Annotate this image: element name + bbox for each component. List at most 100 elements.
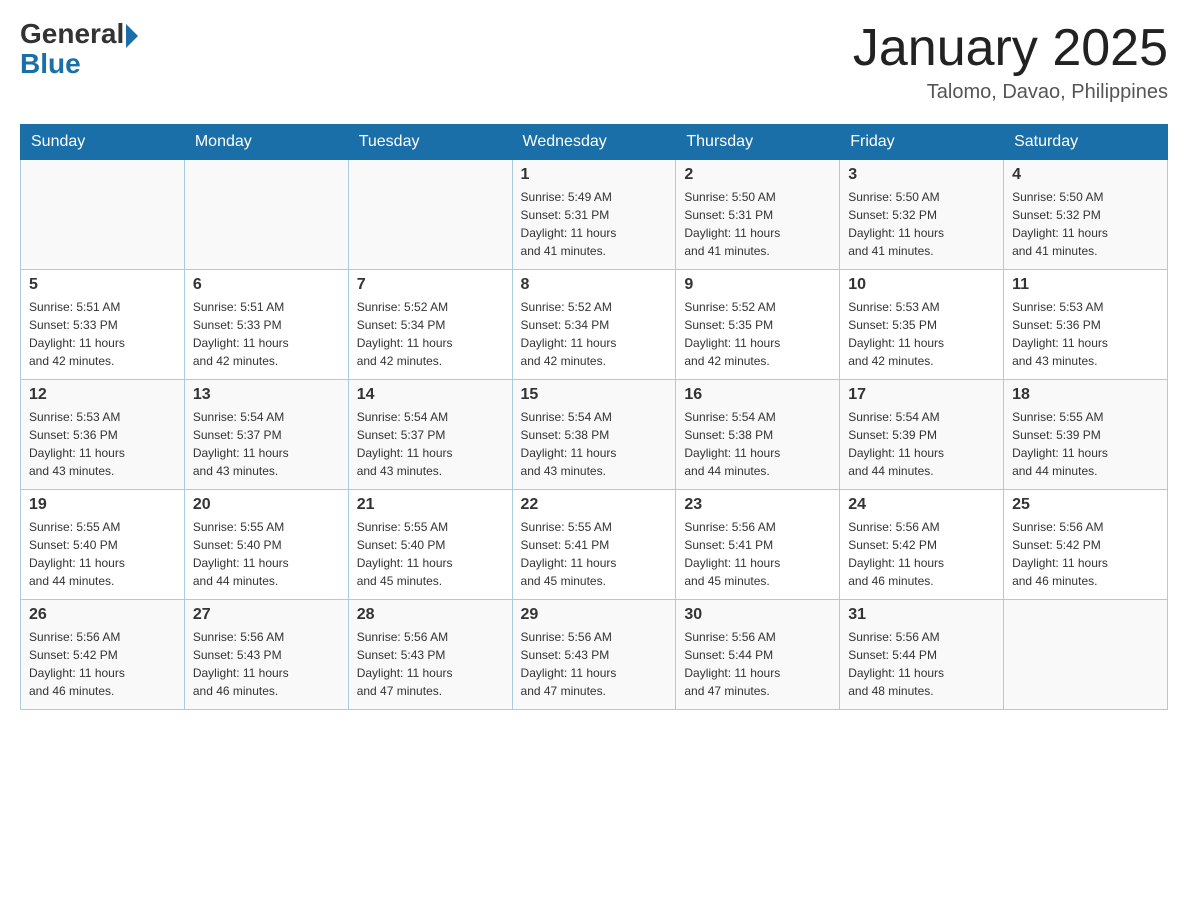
calendar-cell: 3Sunrise: 5:50 AMSunset: 5:32 PMDaylight…: [840, 160, 1004, 270]
day-number: 30: [684, 606, 831, 624]
calendar-cell: [348, 160, 512, 270]
day-info: Sunrise: 5:49 AMSunset: 5:31 PMDaylight:…: [521, 188, 668, 260]
calendar-cell: 1 Sunrise: 5:49 AMSunset: 5:31 PMDaylight…: [512, 160, 676, 270]
day-number: 18: [1012, 386, 1159, 404]
day-info: Sunrise: 5:55 AMSunset: 5:41 PMDaylight:…: [521, 518, 668, 590]
calendar-cell: 27Sunrise: 5:56 AMSunset: 5:43 PMDayligh…: [184, 600, 348, 710]
day-info: Sunrise: 5:56 AMSunset: 5:43 PMDaylight:…: [357, 628, 504, 700]
calendar-cell: 23 Sunrise: 5:56 AMSunset: 5:41 PMDayligh…: [676, 490, 840, 600]
calendar-cell: 18 Sunrise: 5:55 AMSunset: 5:39 PMDayligh…: [1004, 380, 1168, 490]
day-info: Sunrise: 5:54 AMSunset: 5:38 PMDaylight:…: [521, 408, 668, 480]
calendar-cell: 13 Sunrise: 5:54 AMSunset: 5:37 PMDayligh…: [184, 380, 348, 490]
calendar-cell: 21 Sunrise: 5:55 AMSunset: 5:40 PMDayligh…: [348, 490, 512, 600]
day-number: 23: [684, 496, 831, 514]
day-number: 7: [357, 276, 504, 294]
calendar-cell: 20Sunrise: 5:55 AMSunset: 5:40 PMDayligh…: [184, 490, 348, 600]
calendar-cell: 17 Sunrise: 5:54 AMSunset: 5:39 PMDayligh…: [840, 380, 1004, 490]
calendar-cell: 28 Sunrise: 5:56 AMSunset: 5:43 PMDayligh…: [348, 600, 512, 710]
calendar-cell: 11Sunrise: 5:53 AMSunset: 5:36 PMDayligh…: [1004, 270, 1168, 380]
calendar-cell: 16Sunrise: 5:54 AMSunset: 5:38 PMDayligh…: [676, 380, 840, 490]
day-number: 24: [848, 496, 995, 514]
day-info: Sunrise: 5:53 AMSunset: 5:35 PMDaylight:…: [848, 298, 995, 370]
day-info: Sunrise: 5:55 AMSunset: 5:39 PMDaylight:…: [1012, 408, 1159, 480]
day-number: 28: [357, 606, 504, 624]
day-number: 15: [521, 386, 668, 404]
day-info: Sunrise: 5:50 AMSunset: 5:32 PMDaylight:…: [1012, 188, 1159, 260]
logo: General Blue: [20, 20, 140, 80]
day-number: 20: [193, 496, 340, 514]
day-number: 1: [521, 166, 668, 184]
calendar-cell: 30Sunrise: 5:56 AMSunset: 5:44 PMDayligh…: [676, 600, 840, 710]
calendar-cell: 10 Sunrise: 5:53 AMSunset: 5:35 PMDayligh…: [840, 270, 1004, 380]
day-info: Sunrise: 5:56 AMSunset: 5:43 PMDaylight:…: [521, 628, 668, 700]
day-info: Sunrise: 5:52 AMSunset: 5:34 PMDaylight:…: [357, 298, 504, 370]
day-number: 19: [29, 496, 176, 514]
weekday-header-row: SundayMondayTuesdayWednesdayThursdayFrid…: [21, 125, 1168, 160]
calendar-week-2: 5Sunrise: 5:51 AMSunset: 5:33 PMDaylight…: [21, 270, 1168, 380]
calendar-cell: 8 Sunrise: 5:52 AMSunset: 5:34 PMDaylight…: [512, 270, 676, 380]
logo-arrow-icon: [126, 24, 138, 48]
weekday-header-saturday: Saturday: [1004, 125, 1168, 160]
day-info: Sunrise: 5:56 AMSunset: 5:44 PMDaylight:…: [848, 628, 995, 700]
calendar-cell: 22 Sunrise: 5:55 AMSunset: 5:41 PMDayligh…: [512, 490, 676, 600]
calendar-cell: 6Sunrise: 5:51 AMSunset: 5:33 PMDaylight…: [184, 270, 348, 380]
day-info: Sunrise: 5:56 AMSunset: 5:42 PMDaylight:…: [848, 518, 995, 590]
location-text: Talomo, Davao, Philippines: [853, 81, 1168, 104]
calendar-table: SundayMondayTuesdayWednesdayThursdayFrid…: [20, 124, 1168, 710]
weekday-header-thursday: Thursday: [676, 125, 840, 160]
calendar-cell: 2Sunrise: 5:50 AMSunset: 5:31 PMDaylight…: [676, 160, 840, 270]
calendar-cell: 4 Sunrise: 5:50 AMSunset: 5:32 PMDaylight…: [1004, 160, 1168, 270]
day-number: 25: [1012, 496, 1159, 514]
day-number: 31: [848, 606, 995, 624]
calendar-cell: 24 Sunrise: 5:56 AMSunset: 5:42 PMDayligh…: [840, 490, 1004, 600]
calendar-cell: 25Sunrise: 5:56 AMSunset: 5:42 PMDayligh…: [1004, 490, 1168, 600]
day-number: 17: [848, 386, 995, 404]
day-info: Sunrise: 5:52 AMSunset: 5:34 PMDaylight:…: [521, 298, 668, 370]
calendar-week-4: 19 Sunrise: 5:55 AMSunset: 5:40 PMDayligh…: [21, 490, 1168, 600]
calendar-week-3: 12 Sunrise: 5:53 AMSunset: 5:36 PMDayligh…: [21, 380, 1168, 490]
weekday-header-monday: Monday: [184, 125, 348, 160]
day-number: 4: [1012, 166, 1159, 184]
calendar-cell: 14Sunrise: 5:54 AMSunset: 5:37 PMDayligh…: [348, 380, 512, 490]
day-number: 16: [684, 386, 831, 404]
day-number: 3: [848, 166, 995, 184]
day-number: 10: [848, 276, 995, 294]
day-info: Sunrise: 5:51 AMSunset: 5:33 PMDaylight:…: [29, 298, 176, 370]
day-info: Sunrise: 5:54 AMSunset: 5:37 PMDaylight:…: [357, 408, 504, 480]
day-info: Sunrise: 5:54 AMSunset: 5:37 PMDaylight:…: [193, 408, 340, 480]
day-info: Sunrise: 5:56 AMSunset: 5:41 PMDaylight:…: [684, 518, 831, 590]
calendar-cell: [184, 160, 348, 270]
calendar-cell: 29 Sunrise: 5:56 AMSunset: 5:43 PMDayligh…: [512, 600, 676, 710]
calendar-cell: 15 Sunrise: 5:54 AMSunset: 5:38 PMDayligh…: [512, 380, 676, 490]
day-number: 13: [193, 386, 340, 404]
title-section: January 2025 Talomo, Davao, Philippines: [853, 20, 1168, 104]
day-number: 6: [193, 276, 340, 294]
day-info: Sunrise: 5:52 AMSunset: 5:35 PMDaylight:…: [684, 298, 831, 370]
calendar-cell: 5Sunrise: 5:51 AMSunset: 5:33 PMDaylight…: [21, 270, 185, 380]
calendar-week-5: 26Sunrise: 5:56 AMSunset: 5:42 PMDayligh…: [21, 600, 1168, 710]
day-number: 21: [357, 496, 504, 514]
month-title: January 2025: [853, 20, 1168, 77]
calendar-cell: 7 Sunrise: 5:52 AMSunset: 5:34 PMDaylight…: [348, 270, 512, 380]
calendar-cell: 9Sunrise: 5:52 AMSunset: 5:35 PMDaylight…: [676, 270, 840, 380]
weekday-header-friday: Friday: [840, 125, 1004, 160]
weekday-header-tuesday: Tuesday: [348, 125, 512, 160]
day-info: Sunrise: 5:56 AMSunset: 5:43 PMDaylight:…: [193, 628, 340, 700]
calendar-week-1: 1 Sunrise: 5:49 AMSunset: 5:31 PMDaylight…: [21, 160, 1168, 270]
calendar-cell: 19 Sunrise: 5:55 AMSunset: 5:40 PMDayligh…: [21, 490, 185, 600]
logo-blue-text: Blue: [20, 48, 81, 79]
day-number: 12: [29, 386, 176, 404]
day-info: Sunrise: 5:55 AMSunset: 5:40 PMDaylight:…: [29, 518, 176, 590]
day-number: 29: [521, 606, 668, 624]
calendar-cell: 31 Sunrise: 5:56 AMSunset: 5:44 PMDayligh…: [840, 600, 1004, 710]
calendar-cell: 12 Sunrise: 5:53 AMSunset: 5:36 PMDayligh…: [21, 380, 185, 490]
day-info: Sunrise: 5:54 AMSunset: 5:39 PMDaylight:…: [848, 408, 995, 480]
day-number: 2: [684, 166, 831, 184]
logo-general-text: General: [20, 20, 124, 48]
calendar-cell: [21, 160, 185, 270]
day-number: 22: [521, 496, 668, 514]
day-info: Sunrise: 5:55 AMSunset: 5:40 PMDaylight:…: [357, 518, 504, 590]
day-info: Sunrise: 5:53 AMSunset: 5:36 PMDaylight:…: [1012, 298, 1159, 370]
day-number: 8: [521, 276, 668, 294]
day-info: Sunrise: 5:53 AMSunset: 5:36 PMDaylight:…: [29, 408, 176, 480]
